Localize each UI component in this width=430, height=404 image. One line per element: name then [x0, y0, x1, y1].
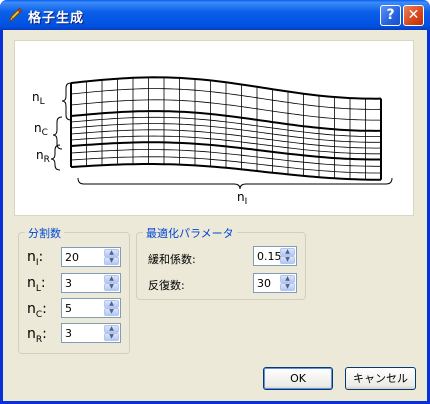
- nl-up-arrow-icon[interactable]: ▲: [104, 275, 119, 283]
- nl-spinner[interactable]: 3 ▲ ▼: [61, 273, 121, 293]
- iterations-value[interactable]: 30: [257, 277, 271, 290]
- relaxation-spinner[interactable]: 0.15 ▲ ▼: [253, 246, 297, 266]
- brace-nr: [50, 144, 61, 171]
- iterations-spinner[interactable]: 30 ▲ ▼: [253, 273, 297, 293]
- iterations-label: 反復数:: [148, 279, 185, 292]
- grid-preview: nL nC nR nI: [14, 40, 414, 216]
- iterations-down-arrow-icon[interactable]: ▼: [280, 283, 295, 291]
- ni-up-arrow-icon[interactable]: ▲: [104, 249, 119, 257]
- title-bar[interactable]: 格子生成 ? ✕: [0, 0, 430, 30]
- nc-label: nC:: [27, 301, 47, 320]
- pencil-icon: [9, 7, 23, 23]
- window-title: 格子生成: [28, 11, 85, 26]
- divisions-group-title: 分割数: [25, 225, 64, 241]
- nl-value[interactable]: 3: [65, 277, 72, 290]
- nc-down-arrow-icon[interactable]: ▼: [104, 308, 119, 316]
- nr-spinner[interactable]: 3 ▲ ▼: [61, 323, 121, 343]
- grid-generation-dialog: 格子生成 ? ✕ nL nC nR nI 分割数 nI: 20 ▲ ▼ nL: …: [0, 0, 430, 404]
- relaxation-up-arrow-icon[interactable]: ▲: [280, 248, 295, 256]
- relaxation-label: 緩和係数:: [148, 253, 196, 266]
- iterations-up-arrow-icon[interactable]: ▲: [280, 275, 295, 283]
- relaxation-down-arrow-icon[interactable]: ▼: [280, 256, 295, 264]
- grid-preview-diagram: nL nC nR nI: [32, 76, 393, 207]
- relaxation-value[interactable]: 0.15: [257, 250, 282, 263]
- optimization-group-title: 最適化パラメータ: [143, 225, 237, 241]
- nr-value[interactable]: 3: [65, 327, 72, 340]
- ni-value[interactable]: 20: [65, 251, 79, 264]
- close-button[interactable]: ✕: [403, 5, 424, 26]
- nc-spinner[interactable]: 5 ▲ ▼: [61, 298, 121, 318]
- ni-label: nI:: [27, 249, 44, 268]
- nr-up-arrow-icon[interactable]: ▲: [104, 325, 119, 333]
- grid-mesh: [70, 76, 382, 181]
- brace-nc: [52, 116, 63, 150]
- brace-nl: [61, 82, 72, 121]
- help-button[interactable]: ?: [380, 5, 401, 26]
- label-ni: nI: [237, 190, 247, 207]
- nc-up-arrow-icon[interactable]: ▲: [104, 300, 119, 308]
- label-nr: nR: [36, 148, 50, 165]
- ok-button[interactable]: OK: [263, 367, 333, 390]
- ni-spinner[interactable]: 20 ▲ ▼: [61, 247, 121, 267]
- nl-down-arrow-icon[interactable]: ▼: [104, 283, 119, 291]
- nr-down-arrow-icon[interactable]: ▼: [104, 333, 119, 341]
- nr-label: nR:: [27, 326, 47, 345]
- nl-label: nL:: [27, 275, 46, 294]
- cancel-button[interactable]: キャンセル: [345, 367, 416, 390]
- ni-down-arrow-icon[interactable]: ▼: [104, 257, 119, 265]
- nc-value[interactable]: 5: [65, 302, 72, 315]
- label-nc: nC: [34, 121, 48, 138]
- label-nl: nL: [32, 90, 45, 107]
